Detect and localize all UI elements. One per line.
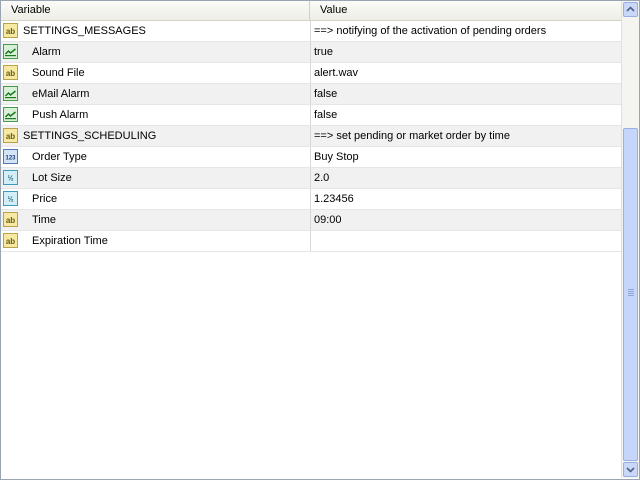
- svg-text:123: 123: [5, 156, 16, 162]
- variable-name: SETTINGS_MESSAGES: [23, 25, 146, 37]
- svg-text:ab: ab: [6, 27, 15, 36]
- variable-name: Alarm: [32, 46, 61, 58]
- variable-name: Expiration Time: [32, 235, 108, 247]
- bool-icon: [3, 107, 18, 122]
- table-row[interactable]: ab Time 09:00: [1, 210, 621, 231]
- ab-icon: ab: [3, 23, 18, 38]
- column-header-variable[interactable]: Variable: [1, 1, 310, 20]
- table-row[interactable]: ab Sound File alert.wav: [1, 63, 621, 84]
- value-cell[interactable]: 1.23456: [314, 189, 354, 209]
- svg-text:ab: ab: [6, 132, 15, 141]
- vertical-scrollbar[interactable]: [621, 1, 639, 478]
- value-cell[interactable]: Buy Stop: [314, 147, 359, 167]
- variable-cell[interactable]: ab Expiration Time: [1, 231, 311, 251]
- table-row[interactable]: 123 Order Type Buy Stop: [1, 147, 621, 168]
- variable-cell[interactable]: eMail Alarm: [1, 84, 311, 104]
- variable-cell[interactable]: ab Sound File: [1, 63, 311, 83]
- table-row[interactable]: ½ Price 1.23456: [1, 189, 621, 210]
- variable-name: eMail Alarm: [32, 88, 90, 100]
- value-cell[interactable]: ==> notifying of the activation of pendi…: [314, 21, 546, 41]
- value-cell[interactable]: ==> set pending or market order by time: [314, 126, 510, 146]
- svg-text:ab: ab: [6, 69, 15, 78]
- variable-name: Time: [32, 214, 57, 226]
- ab-icon: ab: [3, 128, 18, 143]
- table-row[interactable]: ab SETTINGS_MESSAGES ==> notifying of the …: [1, 21, 621, 42]
- chevron-up-icon: [626, 6, 635, 12]
- column-header-value[interactable]: Value: [310, 1, 621, 20]
- variable-cell[interactable]: ab Time: [1, 210, 311, 230]
- variable-name: SETTINGS_SCHEDULING: [23, 130, 157, 142]
- svg-text:½: ½: [8, 175, 14, 183]
- value-cell[interactable]: true: [314, 42, 333, 62]
- column-header: Variable Value: [1, 1, 621, 21]
- inputs-table: ab SETTINGS_MESSAGES ==> notifying of the …: [1, 21, 621, 252]
- value-cell[interactable]: alert.wav: [314, 63, 358, 83]
- value-cell[interactable]: false: [314, 84, 337, 104]
- svg-text:ab: ab: [6, 237, 15, 246]
- variable-name: Sound File: [32, 67, 85, 79]
- value-cell[interactable]: 2.0: [314, 168, 329, 188]
- table-row[interactable]: ½ Lot Size 2.0: [1, 168, 621, 189]
- scroll-thumb[interactable]: [623, 128, 638, 461]
- variable-cell[interactable]: Alarm: [1, 42, 311, 62]
- variable-name: Price: [32, 193, 58, 205]
- variable-name: Push Alarm: [32, 109, 89, 121]
- ab-icon: ab: [3, 233, 18, 248]
- variable-cell[interactable]: ab SETTINGS_SCHEDULING: [1, 126, 311, 146]
- variable-name: Lot Size: [32, 172, 72, 184]
- value-cell[interactable]: false: [314, 105, 337, 125]
- variable-name: Order Type: [32, 151, 87, 163]
- scroll-up-button[interactable]: [623, 2, 638, 17]
- variable-cell[interactable]: ½ Price: [1, 189, 311, 209]
- table-row[interactable]: ab SETTINGS_SCHEDULING ==> set pending or …: [1, 126, 621, 147]
- int-icon: 123: [3, 149, 18, 164]
- variable-cell[interactable]: ½ Lot Size: [1, 168, 311, 188]
- table-row[interactable]: Push Alarm false: [1, 105, 621, 126]
- value-cell[interactable]: 09:00: [314, 210, 342, 230]
- double-icon: ½: [3, 191, 18, 206]
- table-row[interactable]: Alarm true: [1, 42, 621, 63]
- double-icon: ½: [3, 170, 18, 185]
- scroll-down-button[interactable]: [623, 462, 638, 477]
- bool-icon: [3, 86, 18, 101]
- ab-icon: ab: [3, 212, 18, 227]
- variable-cell[interactable]: ab SETTINGS_MESSAGES: [1, 21, 311, 41]
- svg-text:½: ½: [8, 196, 14, 204]
- table-row[interactable]: eMail Alarm false: [1, 84, 621, 105]
- svg-text:ab: ab: [6, 216, 15, 225]
- bool-icon: [3, 44, 18, 59]
- chevron-down-icon: [626, 467, 635, 473]
- table-row[interactable]: ab Expiration Time: [1, 231, 621, 252]
- variable-cell[interactable]: 123 Order Type: [1, 147, 311, 167]
- ab-icon: ab: [3, 65, 18, 80]
- variable-cell[interactable]: Push Alarm: [1, 105, 311, 125]
- grip-icon: [628, 289, 634, 298]
